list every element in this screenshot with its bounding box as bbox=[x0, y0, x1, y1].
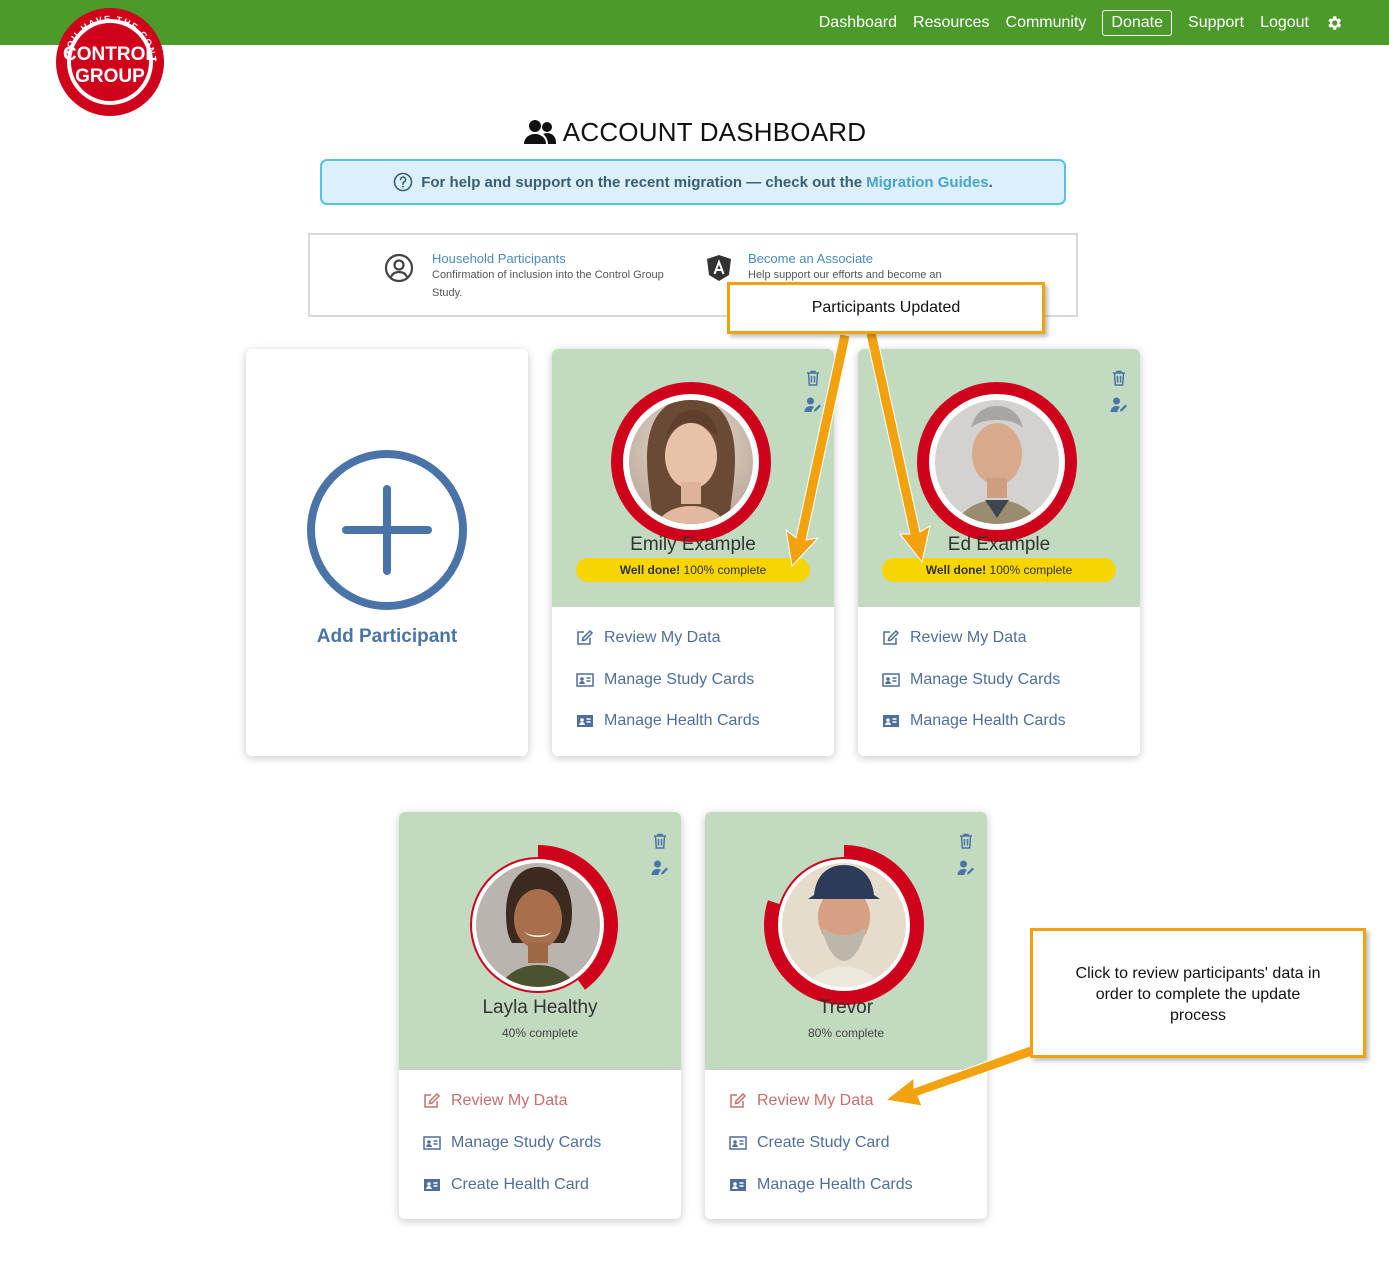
svg-text:CONTROL: CONTROL bbox=[63, 44, 157, 65]
participant-name: Trevor bbox=[818, 997, 874, 1018]
edit-icon bbox=[577, 630, 594, 645]
question-circle-icon bbox=[393, 172, 413, 192]
trash-icon[interactable] bbox=[1110, 369, 1128, 387]
page-title: ACCOUNT DASHBOARD bbox=[562, 116, 867, 147]
page-header: ACCOUNT DASHBOARD bbox=[0, 114, 1389, 150]
avatar bbox=[470, 845, 618, 993]
trash-icon[interactable] bbox=[957, 832, 975, 850]
edit-icon bbox=[730, 1093, 747, 1108]
edit-user-icon[interactable] bbox=[1110, 396, 1128, 414]
card-header: Trevor 80% complete bbox=[705, 812, 987, 1070]
card-header: Ed Example Well done! 100% complete bbox=[858, 349, 1140, 607]
household-participants-item: Household Participants Confirmation of i… bbox=[384, 251, 664, 302]
participant-card-trevor: Trevor 80% complete Review My Data Creat… bbox=[705, 812, 987, 1219]
id-card-filled-icon bbox=[883, 715, 899, 727]
banner-text: For help and support on the recent migra… bbox=[421, 173, 863, 191]
avatar bbox=[917, 382, 1077, 542]
add-participant-label[interactable]: Add Participant bbox=[246, 626, 528, 648]
manage-study-cards-link[interactable]: Manage Study Cards bbox=[576, 671, 816, 689]
id-card-filled-icon bbox=[730, 1179, 746, 1191]
control-group-logo[interactable]: YOU HAVE THE CONTROL CONTROL GROUP bbox=[54, 6, 166, 118]
id-card-icon bbox=[576, 673, 594, 687]
participant-name: Ed Example bbox=[947, 534, 1051, 555]
review-my-data-link[interactable]: Review My Data bbox=[729, 1092, 969, 1110]
participant-card-layla: Layla Healthy 40% complete Review My Dat… bbox=[399, 812, 681, 1219]
household-participants-link[interactable]: Household Participants bbox=[432, 251, 664, 266]
completion-text: 80% complete bbox=[807, 1026, 885, 1040]
participant-name: Layla Healthy bbox=[482, 997, 598, 1018]
edit-user-icon[interactable] bbox=[957, 859, 975, 877]
create-health-card-link[interactable]: Create Health Card bbox=[423, 1176, 663, 1194]
nav-support[interactable]: Support bbox=[1188, 14, 1244, 32]
banner-period: . bbox=[988, 173, 993, 191]
id-card-icon bbox=[729, 1136, 747, 1150]
users-icon bbox=[523, 120, 556, 144]
participant-name: Emily Example bbox=[630, 534, 756, 555]
edit-icon bbox=[883, 630, 900, 645]
migration-guides-link[interactable]: Migration Guides bbox=[866, 174, 989, 191]
avatar bbox=[764, 845, 924, 1005]
completion-badge: Well done! 100% complete bbox=[882, 558, 1116, 582]
create-study-card-link[interactable]: Create Study Card bbox=[729, 1134, 969, 1152]
migration-help-banner: For help and support on the recent migra… bbox=[320, 159, 1066, 205]
participant-card-emily: Emily Example Well done! 100% complete R… bbox=[552, 349, 834, 756]
nav-community[interactable]: Community bbox=[1006, 14, 1087, 32]
completion-badge: Well done! 100% complete bbox=[576, 558, 810, 582]
add-participant-card[interactable]: Add Participant bbox=[246, 349, 528, 756]
donate-button[interactable]: Donate bbox=[1102, 9, 1173, 36]
svg-text:GROUP: GROUP bbox=[75, 66, 145, 87]
nav-resources[interactable]: Resources bbox=[913, 14, 989, 32]
trash-icon[interactable] bbox=[651, 832, 669, 850]
id-card-icon bbox=[423, 1136, 441, 1150]
user-circle-icon bbox=[384, 253, 414, 283]
top-nav-bar: Dashboard Resources Community Donate Sup… bbox=[0, 0, 1389, 45]
edit-user-icon[interactable] bbox=[651, 859, 669, 877]
review-my-data-link[interactable]: Review My Data bbox=[882, 629, 1122, 647]
edit-icon bbox=[424, 1093, 441, 1108]
household-participants-desc: Confirmation of inclusion into the Contr… bbox=[432, 269, 664, 299]
nav-dashboard[interactable]: Dashboard bbox=[819, 14, 897, 32]
nav-logout[interactable]: Logout bbox=[1260, 14, 1309, 32]
manage-health-cards-link[interactable]: Manage Health Cards bbox=[882, 712, 1122, 730]
avatar bbox=[611, 382, 771, 542]
edit-user-icon[interactable] bbox=[804, 396, 822, 414]
main-nav: Dashboard Resources Community Donate Sup… bbox=[803, 0, 1343, 45]
gear-icon[interactable] bbox=[1325, 14, 1343, 32]
manage-study-cards-link[interactable]: Manage Study Cards bbox=[423, 1134, 663, 1152]
callout-participants-updated: Participants Updated bbox=[727, 282, 1045, 334]
trash-icon[interactable] bbox=[804, 369, 822, 387]
participant-card-ed: Ed Example Well done! 100% complete Revi… bbox=[858, 349, 1140, 756]
become-associate-link[interactable]: Become an Associate bbox=[748, 251, 980, 266]
shield-a-icon bbox=[707, 255, 731, 281]
callout-click-review: Click to review participants' data in or… bbox=[1030, 928, 1366, 1058]
card-header: Layla Healthy 40% complete bbox=[399, 812, 681, 1070]
manage-study-cards-link[interactable]: Manage Study Cards bbox=[882, 671, 1122, 689]
become-associate-item: Become an Associate Help support our eff… bbox=[704, 251, 980, 284]
review-my-data-link[interactable]: Review My Data bbox=[576, 629, 816, 647]
id-card-filled-icon bbox=[424, 1179, 440, 1191]
id-card-filled-icon bbox=[577, 715, 593, 727]
completion-text: 40% complete bbox=[501, 1026, 579, 1040]
manage-health-cards-link[interactable]: Manage Health Cards bbox=[576, 712, 816, 730]
card-header: Emily Example Well done! 100% complete bbox=[552, 349, 834, 607]
id-card-icon bbox=[882, 673, 900, 687]
manage-health-cards-link[interactable]: Manage Health Cards bbox=[729, 1176, 969, 1194]
plus-circle-icon[interactable] bbox=[306, 449, 468, 611]
review-my-data-link[interactable]: Review My Data bbox=[423, 1092, 663, 1110]
